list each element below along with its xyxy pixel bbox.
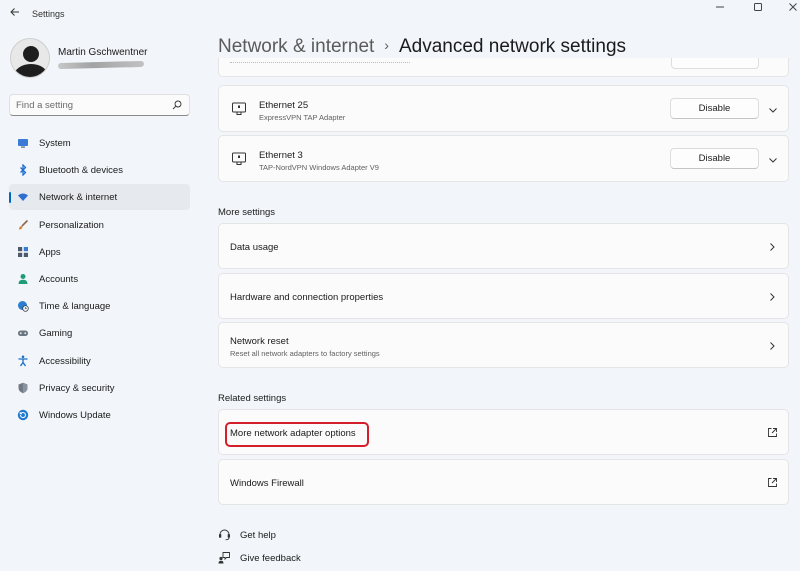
sidebar-item-apps[interactable]: Apps xyxy=(9,239,190,265)
adapter-description: TAP-NordVPN Windows Adapter V9 xyxy=(259,163,379,172)
back-arrow-icon[interactable] xyxy=(8,6,22,20)
ethernet-adapter-icon xyxy=(232,152,246,165)
disable-button[interactable]: Disable xyxy=(670,148,759,169)
chevron-down-icon[interactable] xyxy=(767,154,779,166)
sidebar-item-label: System xyxy=(39,138,71,149)
sidebar-item-label: Accessibility xyxy=(39,355,91,367)
windows-firewall-row[interactable]: Windows Firewall xyxy=(218,459,789,505)
breadcrumb-separator: › xyxy=(384,37,389,53)
data-usage-row[interactable]: Data usage xyxy=(218,223,789,269)
person-icon xyxy=(18,273,28,284)
maximize-button[interactable] xyxy=(746,2,770,16)
sidebar-item-label: Apps xyxy=(39,246,61,258)
sidebar-item-gaming[interactable]: Gaming xyxy=(9,320,190,346)
cropped-text xyxy=(230,62,410,65)
row-label: Windows Firewall xyxy=(230,478,304,489)
sidebar-item-label: Windows Update xyxy=(39,409,111,421)
sidebar-item-personalization[interactable]: Personalization xyxy=(9,212,190,238)
adapter-card-ethernet-3[interactable]: Ethernet 3 TAP-NordVPN Windows Adapter V… xyxy=(218,135,789,182)
sidebar-item-label: Gaming xyxy=(39,328,73,340)
network-reset-row[interactable]: Network reset Reset all network adapters… xyxy=(218,322,789,368)
sidebar-item-accessibility[interactable]: Accessibility xyxy=(9,348,190,374)
app-title: Settings xyxy=(32,9,65,19)
user-name: Martin Gschwentner xyxy=(58,47,148,58)
disable-button[interactable]: Disable xyxy=(670,98,759,119)
ethernet-adapter-icon xyxy=(232,102,246,115)
chevron-down-icon[interactable] xyxy=(767,104,779,116)
sidebar-item-windows-update[interactable]: Windows Update xyxy=(9,402,190,428)
row-label: More network adapter options xyxy=(230,428,356,439)
row-label: Data usage xyxy=(230,242,279,253)
gamepad-icon xyxy=(18,330,28,337)
sidebar-item-network[interactable]: Network & internet xyxy=(9,184,190,211)
update-icon xyxy=(17,409,29,421)
brush-icon xyxy=(19,219,29,230)
sidebar-nav: System Bluetooth & devices Network & int… xyxy=(9,130,190,429)
feedback-icon xyxy=(218,552,230,564)
close-button[interactable] xyxy=(781,2,800,16)
sidebar-item-label: Privacy & security xyxy=(39,382,115,394)
monitor-icon xyxy=(18,139,28,148)
sidebar-item-label: Personalization xyxy=(39,219,104,231)
adapter-description: ExpressVPN TAP Adapter xyxy=(259,113,346,122)
breadcrumb-parent-link[interactable]: Network & internet xyxy=(218,36,374,57)
section-title-more-settings: More settings xyxy=(218,207,276,218)
search-input[interactable] xyxy=(16,98,166,112)
open-external-icon xyxy=(768,428,777,437)
help-icon xyxy=(219,529,230,541)
shield-icon xyxy=(18,382,28,393)
redacted-email xyxy=(57,60,145,70)
globe-clock-icon xyxy=(18,301,29,312)
search-icon[interactable] xyxy=(172,100,182,110)
adapter-card-partial xyxy=(218,58,789,77)
cropped-button[interactable] xyxy=(671,58,759,69)
row-label: Hardware and connection properties xyxy=(230,292,384,303)
section-title-related-settings: Related settings xyxy=(218,393,287,404)
sidebar-item-privacy-security[interactable]: Privacy & security xyxy=(9,375,190,401)
sidebar-item-label: Accounts xyxy=(39,273,79,285)
sidebar-item-time-language[interactable]: Time & language xyxy=(9,293,190,319)
row-sublabel: Reset all network adapters to factory se… xyxy=(230,349,380,358)
sidebar-item-bluetooth[interactable]: Bluetooth & devices xyxy=(9,157,190,183)
more-network-adapter-options-row[interactable]: More network adapter options xyxy=(218,409,789,455)
user-avatar[interactable] xyxy=(10,38,50,78)
sidebar-item-label: Network & internet xyxy=(39,192,118,204)
chevron-right-icon xyxy=(770,293,775,301)
sidebar-item-system[interactable]: System xyxy=(9,130,190,156)
active-indicator xyxy=(9,192,11,204)
title-bar: Settings xyxy=(0,0,800,28)
adapter-name: Ethernet 3 xyxy=(259,150,303,161)
give-feedback-label: Give feedback xyxy=(240,553,301,564)
sidebar-item-accounts[interactable]: Accounts xyxy=(9,266,190,292)
sidebar-item-label: Bluetooth & devices xyxy=(39,165,123,177)
wifi-icon xyxy=(18,193,28,202)
avatar-body-shape xyxy=(14,64,48,77)
accessibility-icon xyxy=(18,355,28,366)
chevron-right-icon xyxy=(770,342,775,350)
open-external-icon xyxy=(768,478,777,487)
breadcrumb: Network & internet › Advanced network sett… xyxy=(218,36,626,58)
chevron-right-icon xyxy=(770,243,775,251)
apps-icon xyxy=(18,246,28,257)
page-title: Advanced network settings xyxy=(398,36,627,57)
adapter-card-ethernet-25[interactable]: Ethernet 25 ExpressVPN TAP Adapter Disab… xyxy=(218,85,789,132)
row-label: Network reset xyxy=(230,336,289,347)
avatar-head-shape xyxy=(23,46,39,62)
hardware-connection-properties-row[interactable]: Hardware and connection properties xyxy=(218,273,789,319)
search-box[interactable] xyxy=(9,94,190,116)
sidebar-item-label: Time & language xyxy=(39,301,111,313)
adapter-name: Ethernet 25 xyxy=(259,100,309,111)
minimize-button[interactable] xyxy=(708,2,732,16)
bluetooth-icon xyxy=(20,164,27,177)
get-help-label: Get help xyxy=(240,530,276,541)
